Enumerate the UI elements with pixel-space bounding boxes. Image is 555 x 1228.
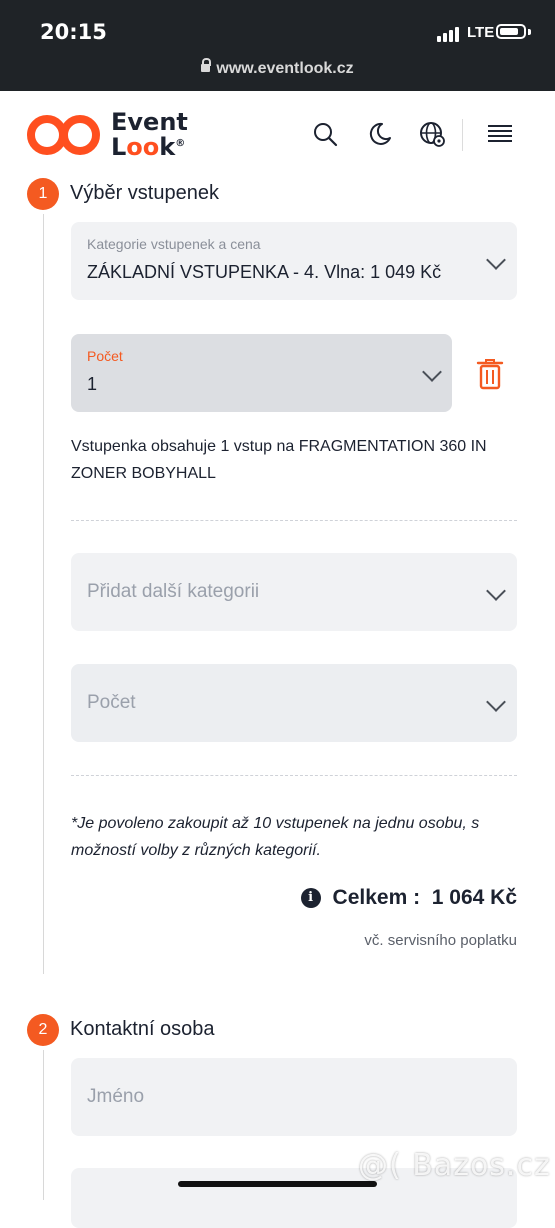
chevron-down-icon (486, 250, 506, 270)
add-category-select[interactable]: Přidat další kategorii (71, 553, 517, 631)
second-count-select[interactable]: Počet (71, 664, 517, 742)
ticket-count-label: Počet (87, 348, 123, 364)
name-placeholder: Jméno (87, 1086, 145, 1107)
total-price: i Celkem : 1 064 Kč (300, 886, 517, 910)
ticket-category-select[interactable]: Kategorie vstupenek a cena ZÁKLADNÍ VSTU… (71, 222, 517, 300)
chevron-down-icon (486, 581, 506, 601)
step-1-badge: 1 (27, 178, 59, 210)
url-text: www.eventlook.cz (216, 60, 354, 77)
step-2-title: Kontaktní osoba (70, 1018, 215, 1040)
search-icon[interactable] (312, 121, 338, 147)
step-1-title: Výběr vstupenek (70, 182, 219, 204)
step-1-connector (43, 214, 44, 974)
battery-icon (496, 24, 526, 39)
globe-settings-icon[interactable] (419, 121, 445, 147)
ticket-count-value: 1 (87, 374, 98, 394)
second-count-placeholder: Počet (87, 692, 136, 713)
chevron-down-icon (486, 692, 506, 712)
purchase-limit-note: *Je povoleno zakoupit až 10 vstupenek na… (71, 815, 480, 859)
add-category-placeholder: Přidat další kategorii (87, 581, 260, 602)
total-value: 1 064 Kč (431, 886, 517, 909)
divider (71, 520, 517, 521)
menu-icon[interactable] (487, 121, 513, 147)
step-2-badge: 2 (27, 1014, 59, 1046)
network-type: LTE (467, 24, 495, 41)
ticket-category-value: ZÁKLADNÍ VSTUPENKA - 4. Vlna: 1 049 Kč (87, 262, 442, 282)
chevron-down-icon (422, 362, 442, 382)
watermark: @( Bazos.cz (358, 1148, 551, 1183)
ticket-category-label: Kategorie vstupenek a cena (87, 236, 261, 252)
info-icon[interactable]: i (300, 888, 321, 908)
home-indicator[interactable] (178, 1181, 377, 1187)
site-header: Event Look® (0, 91, 555, 179)
eventlook-logo-icon[interactable] (26, 113, 102, 157)
logo-wordmark[interactable]: Event Look® (111, 110, 188, 159)
divider (71, 775, 517, 776)
status-time: 20:15 (40, 20, 107, 44)
name-input[interactable]: Jméno (71, 1058, 517, 1136)
trash-icon[interactable] (476, 358, 504, 390)
lock-icon (201, 58, 212, 72)
total-label: Celkem : (332, 886, 421, 909)
url-bar[interactable]: www.eventlook.cz (0, 58, 555, 78)
status-bar: 20:15 LTE www.eventlook.cz (0, 0, 555, 91)
signal-icon (437, 26, 463, 42)
moon-icon[interactable] (366, 121, 392, 147)
service-fee-note: vč. servisního poplatku (364, 932, 517, 949)
ticket-count-select[interactable]: Počet 1 (71, 334, 452, 412)
step-2-connector (43, 1050, 44, 1200)
ticket-description: Vstupenka obsahuje 1 vstup na FRAGMENTAT… (71, 438, 487, 482)
